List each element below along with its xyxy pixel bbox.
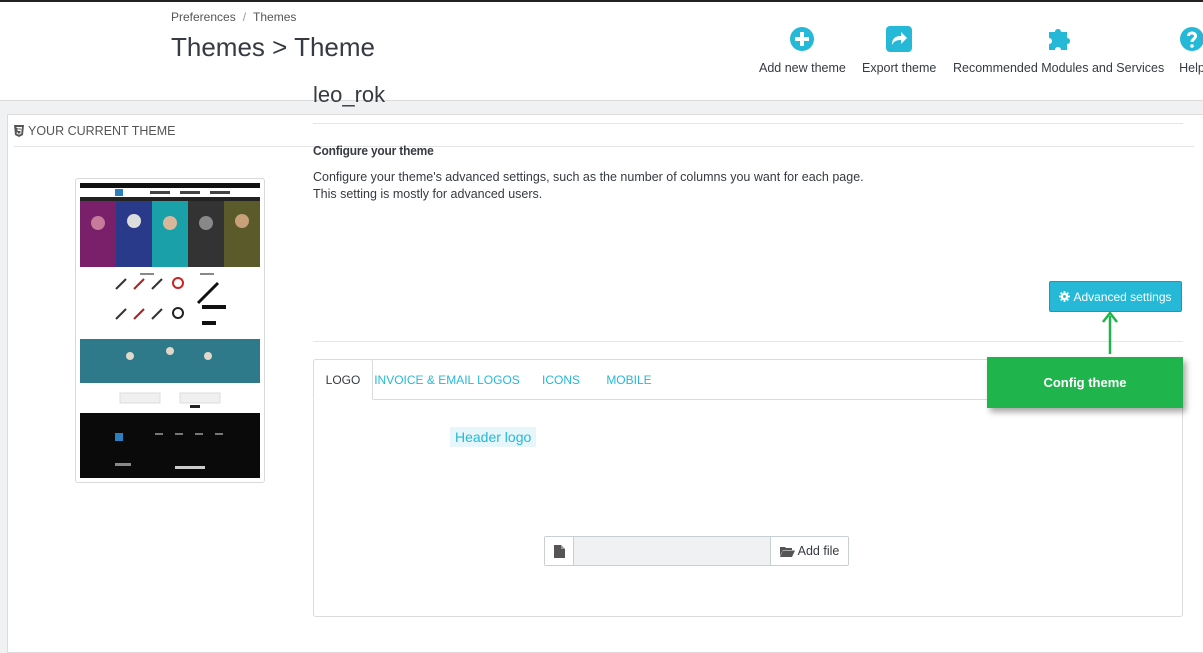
plus-circle-icon: [790, 27, 815, 51]
config-theme-callout: Config theme: [987, 357, 1183, 408]
page-header: Preferences / Themes Themes > Theme Add ne…: [0, 2, 1203, 101]
breadcrumb-current[interactable]: Themes: [253, 10, 296, 24]
breadcrumb-separator: /: [242, 10, 247, 24]
export-theme-label: Export theme: [862, 61, 937, 75]
configure-desc-line-2: This setting is mostly for advanced user…: [313, 187, 543, 201]
panel-heading-text: YOUR CURRENT THEME: [28, 123, 176, 138]
divider: [313, 123, 1183, 124]
theme-name: leo_rok: [313, 82, 386, 107]
add-file-label: Add file: [797, 544, 840, 558]
configure-theme-description: Configure your theme's advanced settings…: [313, 169, 864, 203]
recommended-modules-label: Recommended Modules and Services: [953, 61, 1165, 75]
puzzle-icon: [1048, 29, 1070, 50]
configure-desc-line-1: Configure your theme's advanced settings…: [313, 170, 864, 184]
divider: [313, 341, 1183, 342]
add-new-theme-button[interactable]: Add new theme: [759, 26, 846, 75]
tab-invoice-email-logos[interactable]: INVOICE & EMAIL LOGOS: [374, 360, 520, 400]
recommended-modules-button[interactable]: Recommended Modules and Services: [953, 26, 1164, 75]
question-circle-icon: [1180, 27, 1203, 51]
help-button[interactable]: Help: [1179, 26, 1203, 75]
page-title: Themes > Theme: [171, 32, 376, 62]
configure-theme-title: Configure your theme: [313, 143, 434, 158]
share-icon: [886, 26, 913, 52]
tab-icons[interactable]: ICONS: [534, 360, 588, 400]
gear-icon: [1059, 291, 1071, 302]
panel-heading: YOUR CURRENT THEME: [14, 115, 1194, 147]
help-label: Help: [1179, 61, 1203, 75]
file-upload-group: Add file: [544, 536, 849, 566]
advanced-settings-label: Advanced settings: [1073, 289, 1172, 304]
breadcrumb-parent[interactable]: Preferences: [171, 10, 236, 24]
tab-mobile[interactable]: MOBILE: [600, 360, 658, 400]
file-name-input[interactable]: [574, 537, 770, 565]
html5-icon: [14, 124, 24, 137]
folder-open-icon: [779, 546, 795, 557]
add-new-theme-label: Add new theme: [759, 61, 846, 75]
file-icon: [545, 537, 574, 565]
breadcrumb: Preferences / Themes: [171, 10, 296, 24]
tab-logo[interactable]: LOGO: [313, 359, 373, 400]
annotation-arrow: [1102, 310, 1118, 354]
add-file-button[interactable]: Add file: [770, 537, 848, 565]
header-logo-label: Header logo: [450, 427, 537, 447]
theme-preview-thumbnail: [75, 178, 265, 483]
export-theme-button[interactable]: Export theme: [862, 26, 936, 75]
